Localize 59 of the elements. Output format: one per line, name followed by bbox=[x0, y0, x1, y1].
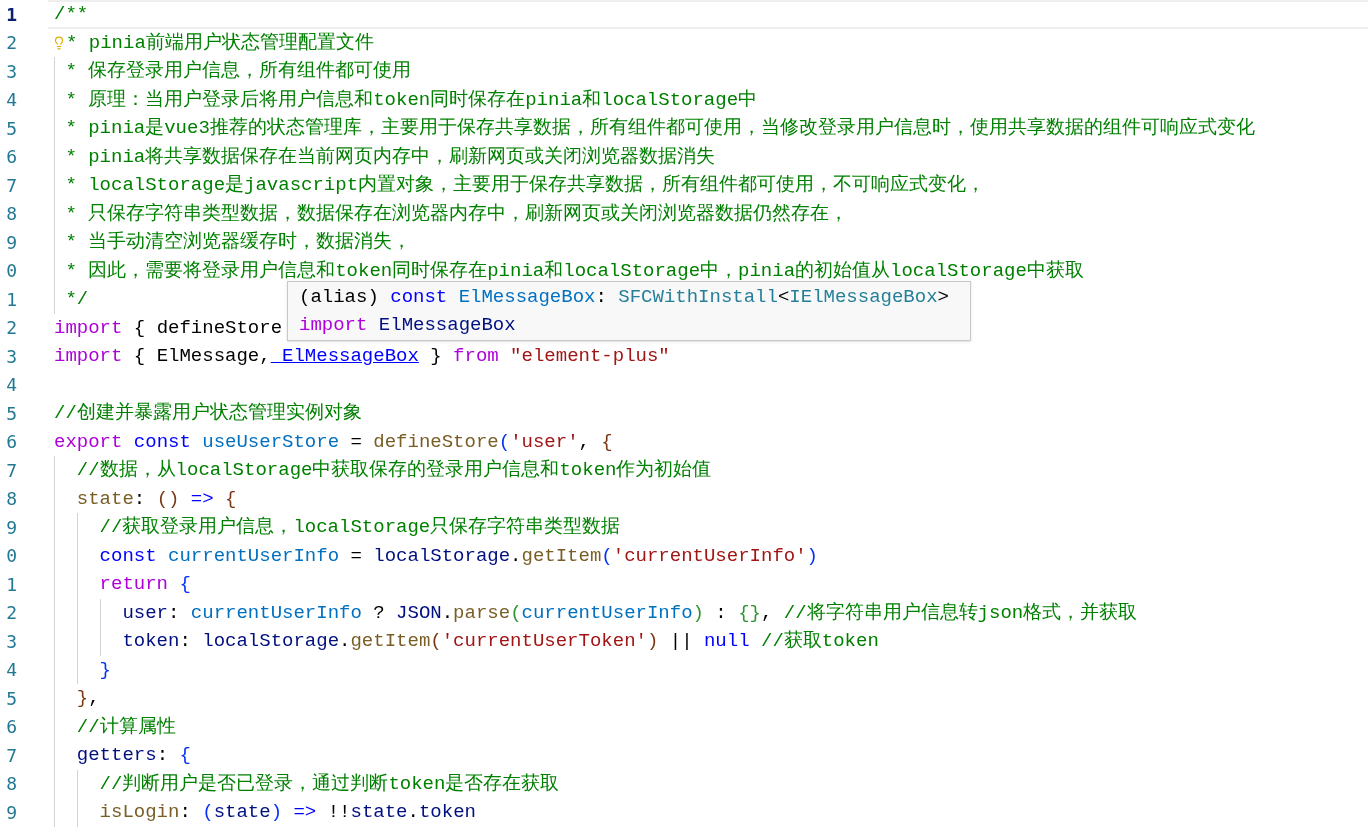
code-line: token: localStorage.getItem('currentUserToken') || null //获取token bbox=[121, 629, 879, 655]
code-line: //获取登录用户信息，localStorage只保存字符串类型数据 bbox=[98, 515, 621, 541]
line-number: 2 bbox=[6, 602, 17, 624]
code-line: * pinia前端用户状态管理配置文件 bbox=[66, 30, 374, 56]
line-number: 6 bbox=[6, 431, 17, 453]
line-number: 5 bbox=[6, 687, 17, 709]
code-line: //数据，从localStorage中获取保存的登录用户信息和token作为初始值 bbox=[75, 458, 712, 484]
line-number: 0 bbox=[6, 545, 17, 567]
code-line: * localStorage是javascript内置对象，主要用于保存共享数据，所有组件都可使用，不可响应式变化， bbox=[64, 173, 986, 199]
code-line: getters: { bbox=[75, 743, 191, 769]
line-number: 5 bbox=[6, 402, 17, 424]
code-line: * 当手动清空浏览器缓存时，数据消失， bbox=[64, 230, 412, 256]
code-line: * pinia将共享数据保存在当前网页内存中，刷新网页或关闭浏览器数据消失 bbox=[64, 144, 716, 170]
line-number: 9 bbox=[6, 516, 17, 538]
line-number: 5 bbox=[6, 117, 17, 139]
line-number: 8 bbox=[6, 488, 17, 510]
code-line: //创建并暴露用户状态管理实例对象 bbox=[54, 401, 362, 427]
code-line: } bbox=[98, 657, 111, 683]
line-number: 6 bbox=[6, 146, 17, 168]
line-number: 9 bbox=[6, 231, 17, 253]
code-line: /** bbox=[54, 2, 89, 28]
line-number: 4 bbox=[6, 89, 17, 111]
code-line: return { bbox=[98, 572, 191, 598]
code-line: import { ElMessage, ElMessageBox } from "element-plus" bbox=[54, 344, 670, 370]
line-number: 0 bbox=[6, 260, 17, 282]
tooltip-line: (alias) const ElMessageBox: SFCWithInstall<IElMessageBox> bbox=[299, 285, 950, 310]
line-number: 7 bbox=[6, 174, 17, 196]
line-number: 9 bbox=[6, 801, 17, 823]
code-line: }, bbox=[75, 686, 100, 712]
line-number: 2 bbox=[6, 317, 17, 339]
tooltip-line: import ElMessageBox bbox=[299, 313, 517, 338]
code-line: * 保存登录用户信息，所有组件都可使用 bbox=[64, 59, 412, 85]
line-number: 3 bbox=[6, 345, 17, 367]
code-line: user: currentUserInfo ? JSON.parse(currentUserInfo) : {}, //将字符串用户信息转json格式，并获取 bbox=[121, 600, 1138, 626]
code-line: state: () => { bbox=[75, 486, 237, 512]
code-line: export const useUserStore = defineStore('user', { bbox=[54, 429, 613, 455]
line-number: 2 bbox=[6, 32, 17, 54]
code-line: //判断用户是否已登录，通过判断token是否存在获取 bbox=[98, 771, 560, 797]
code-line: * 因此，需要将登录用户信息和token同时保存在pinia和localStorage中，pinia的初始值从localStorage中获取 bbox=[64, 258, 1084, 284]
code-line: isLogin: (state) => !!state.token bbox=[98, 800, 476, 826]
code-line: import { defineStore bbox=[54, 315, 283, 341]
line-number: 8 bbox=[6, 203, 17, 225]
line-number: 7 bbox=[6, 459, 17, 481]
code-line: //计算属性 bbox=[75, 714, 176, 740]
line-number: 1 bbox=[6, 573, 17, 595]
line-number: 7 bbox=[6, 744, 17, 766]
code-line: * pinia是vue3推荐的状态管理库，主要用于保存共享数据，所有组件都可使用，当修改登录用户信息时，使用共享数据的组件可响应式变化 bbox=[64, 116, 1255, 142]
line-number: 4 bbox=[6, 659, 17, 681]
line-number: 1 bbox=[6, 288, 17, 310]
line-number: 4 bbox=[6, 374, 17, 396]
code-line: */ bbox=[64, 287, 89, 313]
code-line: * 原理：当用户登录后将用户信息和token同时保存在pinia和localStorage中 bbox=[64, 87, 758, 113]
line-number: 3 bbox=[6, 630, 17, 652]
code-line: * 只保存字符串类型数据，数据保存在浏览器内存中，刷新网页或关闭浏览器数据仍然存在， bbox=[64, 201, 849, 227]
line-number: 3 bbox=[6, 60, 17, 82]
line-number: 1 bbox=[6, 3, 17, 25]
code-line: const currentUserInfo = localStorage.getItem('currentUserInfo') bbox=[98, 543, 818, 569]
line-number: 8 bbox=[6, 773, 17, 795]
line-number: 6 bbox=[6, 716, 17, 738]
